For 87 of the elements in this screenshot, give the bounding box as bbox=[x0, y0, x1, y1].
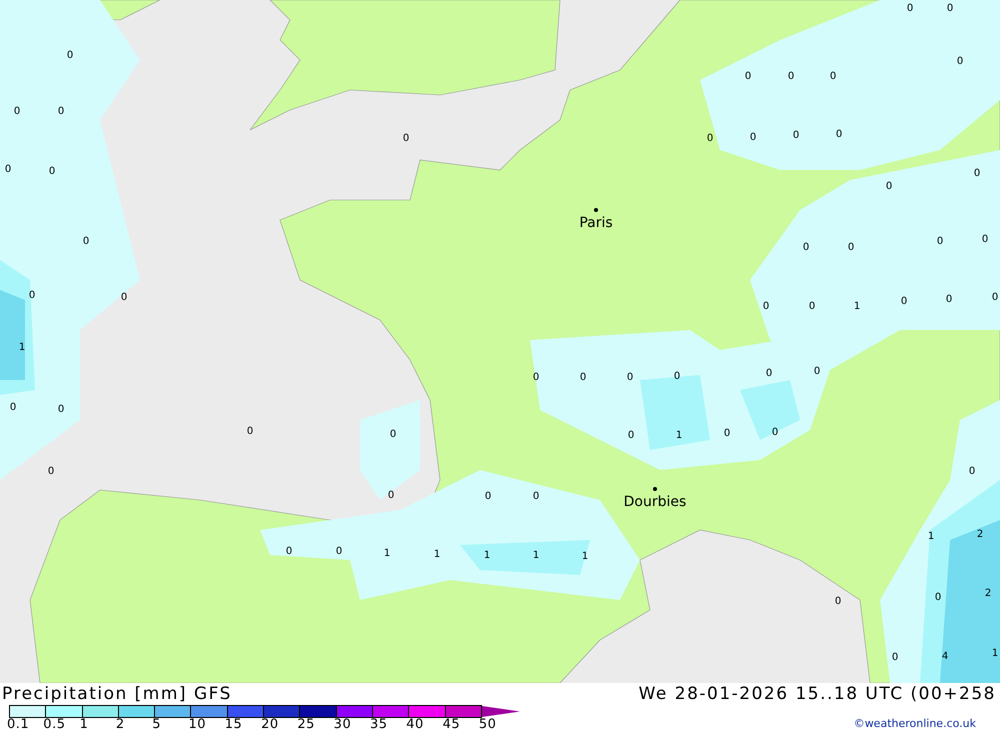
value-label: 0 bbox=[388, 490, 394, 501]
value-label: 0 bbox=[336, 546, 342, 557]
value-label: 0 bbox=[402, 133, 410, 144]
value-label: 0 bbox=[946, 3, 954, 14]
value-label: 0 bbox=[982, 234, 988, 245]
city-dot-icon bbox=[653, 487, 657, 491]
scale-label: 45 bbox=[442, 718, 462, 732]
value-label: 0 bbox=[792, 130, 800, 141]
value-label: 0 bbox=[766, 368, 772, 379]
scale-label: 35 bbox=[370, 718, 389, 732]
value-label: 0 bbox=[66, 50, 74, 61]
value-label: 0 bbox=[968, 466, 976, 477]
value-label: 0 bbox=[834, 596, 842, 607]
forecast-time: We 28-01-2026 15..18 UTC (00+258 bbox=[638, 683, 996, 705]
value-label: 0 bbox=[936, 236, 944, 247]
city-dot-icon bbox=[594, 208, 598, 212]
value-label: 0 bbox=[628, 430, 634, 441]
value-label: 0 bbox=[788, 71, 794, 82]
value-label: 0 bbox=[286, 546, 292, 557]
scale-label: 10 bbox=[188, 718, 208, 732]
value-label: 0 bbox=[802, 242, 810, 253]
value-label: 0 bbox=[762, 301, 770, 312]
value-label: 0 bbox=[246, 426, 254, 437]
value-label: 0 bbox=[900, 296, 908, 307]
value-label: 0 bbox=[82, 236, 90, 247]
value-label: 0 bbox=[674, 371, 680, 382]
scale-label: 0.1 bbox=[7, 718, 30, 732]
legend-title: Precipitation [mm] GFS bbox=[2, 683, 233, 705]
value-label: 1 bbox=[854, 301, 860, 312]
scale-label: 0.5 bbox=[43, 718, 66, 732]
value-label: 0 bbox=[58, 404, 64, 415]
credit-link[interactable]: ©weatheronline.co.uk bbox=[854, 717, 976, 730]
value-label: 0 bbox=[956, 56, 964, 67]
value-label: 0 bbox=[814, 366, 820, 377]
value-label: 0 bbox=[48, 466, 54, 477]
scale-label: 5 bbox=[152, 718, 162, 732]
value-label: 1 bbox=[676, 430, 682, 441]
value-label: 0 bbox=[48, 166, 56, 177]
value-label: 0 bbox=[808, 301, 816, 312]
value-label: 1 bbox=[532, 550, 540, 561]
value-label: 0 bbox=[886, 181, 892, 192]
scale-label: 1 bbox=[80, 718, 90, 732]
scale-label: 15 bbox=[224, 718, 244, 732]
value-label: 0 bbox=[706, 133, 714, 144]
value-label: 0 bbox=[934, 592, 942, 603]
value-label: 0 bbox=[120, 292, 128, 303]
value-label: 1 bbox=[484, 550, 490, 561]
city-label: Paris bbox=[579, 215, 613, 231]
value-label: 0 bbox=[580, 372, 586, 383]
value-label: 0 bbox=[946, 294, 952, 305]
value-label: 0 bbox=[974, 168, 980, 179]
value-label: 1 bbox=[928, 531, 934, 542]
scale-label: 40 bbox=[406, 718, 425, 732]
value-label: 2 bbox=[976, 529, 984, 540]
value-label: 0 bbox=[532, 372, 540, 383]
value-label: 0 bbox=[28, 290, 36, 301]
value-label: 1 bbox=[18, 342, 26, 353]
value-label: 0 bbox=[14, 106, 20, 117]
value-label: 0 bbox=[626, 372, 634, 383]
value-label: 0 bbox=[4, 164, 12, 175]
value-label: 0 bbox=[744, 71, 752, 82]
value-label: 0 bbox=[830, 71, 836, 82]
value-label: 0 bbox=[750, 132, 756, 143]
value-label: 1 bbox=[992, 648, 998, 659]
scale-label: 30 bbox=[334, 718, 352, 732]
value-label: 1 bbox=[384, 548, 390, 559]
value-label: 0 bbox=[772, 427, 778, 438]
value-label: 0 bbox=[484, 491, 492, 502]
value-label: 0 bbox=[892, 652, 898, 663]
value-label: 4 bbox=[942, 651, 948, 662]
value-label: 2 bbox=[984, 588, 992, 599]
scale-label: 50 bbox=[478, 718, 498, 732]
value-label: 0 bbox=[906, 3, 914, 14]
city-label: Dourbies bbox=[624, 494, 686, 510]
value-label: 0 bbox=[848, 242, 854, 253]
value-label: 1 bbox=[434, 549, 440, 560]
scale-label: 25 bbox=[297, 718, 316, 732]
value-label: 0 bbox=[10, 402, 16, 413]
scale-label: 2 bbox=[116, 718, 126, 732]
value-label: 0 bbox=[724, 428, 730, 439]
value-label: 0 bbox=[390, 429, 396, 440]
scale-label: 20 bbox=[261, 718, 280, 732]
value-label: 0 bbox=[532, 491, 540, 502]
value-label: 0 bbox=[836, 129, 842, 140]
value-label: 0 bbox=[992, 292, 998, 303]
value-label: 1 bbox=[582, 551, 588, 562]
value-label: 0 bbox=[58, 106, 64, 117]
